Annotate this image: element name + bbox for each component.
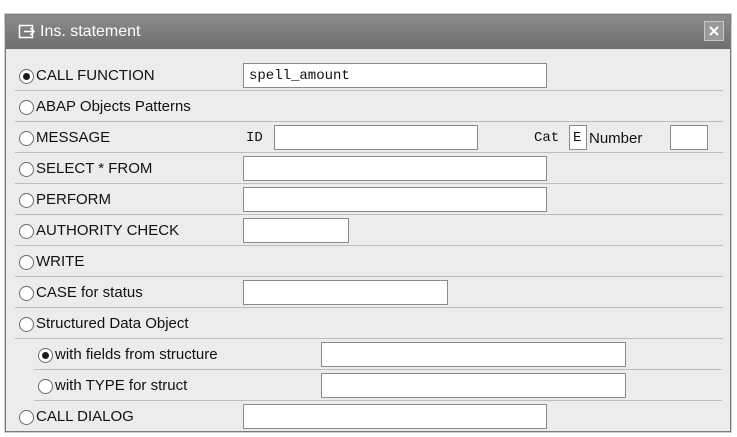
option-row-case-status: CASE for status [15, 278, 723, 308]
label-perform: PERFORM [36, 191, 111, 208]
dialog-title: Ins. statement [40, 23, 141, 40]
label-case-status: CASE for status [36, 284, 143, 301]
with-fields-input[interactable] [321, 342, 626, 367]
case-status-input[interactable] [243, 280, 448, 305]
option-row-select-from: SELECT * FROM [15, 154, 723, 184]
dialog-titlebar: Ins. statement [6, 15, 730, 49]
label-structured: Structured Data Object [36, 315, 189, 332]
label-with-fields: with fields from structure [55, 346, 218, 363]
close-button[interactable] [704, 21, 724, 41]
option-row-write: WRITE [15, 247, 723, 277]
insert-statement-icon [18, 24, 36, 39]
radio-write[interactable] [19, 255, 34, 270]
radio-abap-objects[interactable] [19, 100, 34, 115]
label-call-dialog: CALL DIALOG [36, 408, 134, 425]
message-id-input[interactable] [274, 125, 478, 150]
label-abap-objects: ABAP Objects Patterns [36, 98, 191, 115]
radio-case-status[interactable] [19, 286, 34, 301]
radio-message[interactable] [19, 131, 34, 146]
call-function-input[interactable] [243, 63, 547, 88]
message-id-label: ID [246, 130, 263, 146]
radio-select-from[interactable] [19, 162, 34, 177]
radio-with-type[interactable] [38, 379, 53, 394]
message-cat-input[interactable] [569, 125, 587, 150]
option-row-authority-check: AUTHORITY CHECK [15, 216, 723, 246]
option-row-call-function: CALL FUNCTION [15, 61, 723, 91]
option-row-with-fields: with fields from structure [34, 340, 722, 370]
radio-perform[interactable] [19, 193, 34, 208]
message-cat-label: Cat [534, 130, 560, 146]
radio-authority-check[interactable] [19, 224, 34, 239]
label-message: MESSAGE [36, 129, 111, 146]
option-row-abap-objects: ABAP Objects Patterns [15, 92, 723, 122]
label-select-from: SELECT * FROM [36, 160, 153, 177]
select-from-input[interactable] [243, 156, 547, 181]
option-row-call-dialog: CALL DIALOG [15, 402, 723, 432]
option-row-message: MESSAGE ID Cat Number [15, 123, 723, 153]
call-dialog-input[interactable] [243, 404, 547, 429]
message-number-label: Number [589, 130, 643, 147]
option-row-structured: Structured Data Object [15, 309, 723, 339]
label-with-type: with TYPE for struct [55, 377, 188, 394]
close-icon [709, 26, 719, 36]
radio-structured[interactable] [19, 317, 34, 332]
label-write: WRITE [36, 253, 85, 270]
radio-call-function[interactable] [19, 69, 34, 84]
authority-check-input[interactable] [243, 218, 349, 243]
with-type-input[interactable] [321, 373, 626, 398]
dialog-body: CALL FUNCTION ABAP Objects Patterns MESS… [6, 49, 730, 433]
option-row-with-type: with TYPE for struct [34, 371, 722, 401]
insert-statement-dialog: Ins. statement CALL FUNCTION ABAP Object… [5, 14, 731, 432]
radio-call-dialog[interactable] [19, 410, 34, 425]
perform-input[interactable] [243, 187, 547, 212]
label-call-function: CALL FUNCTION [36, 67, 155, 84]
message-number-input[interactable] [670, 125, 708, 150]
option-row-perform: PERFORM [15, 185, 723, 215]
label-authority-check: AUTHORITY CHECK [36, 222, 180, 239]
radio-with-fields[interactable] [38, 348, 53, 363]
